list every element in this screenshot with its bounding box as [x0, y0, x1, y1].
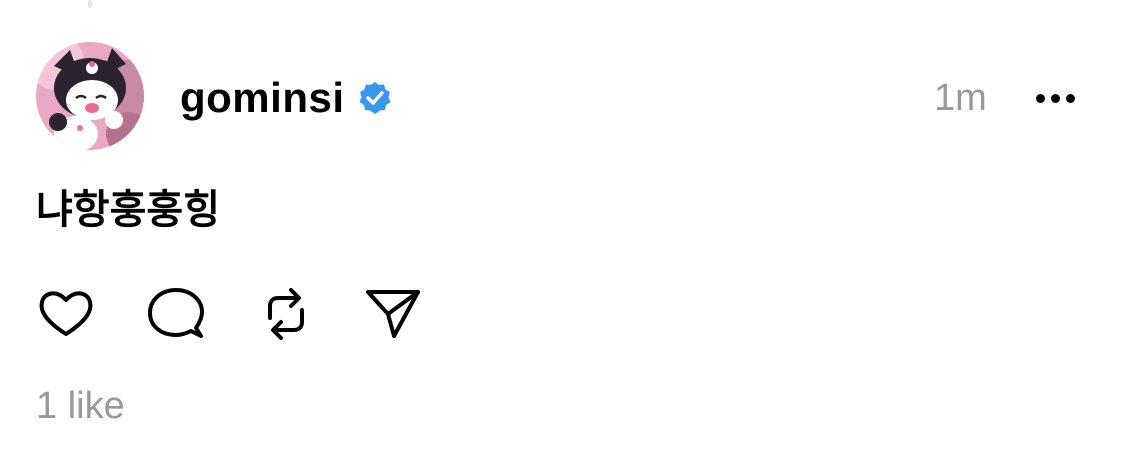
verified-badge-icon	[357, 80, 393, 116]
likes-count[interactable]: 1 like	[36, 384, 125, 428]
repost-button[interactable]	[256, 284, 316, 344]
more-dot	[1065, 93, 1075, 103]
reply-button[interactable]	[146, 284, 206, 344]
share-button[interactable]	[364, 284, 424, 344]
author-info: gominsi	[180, 74, 393, 122]
comment-bubble-icon	[148, 288, 204, 338]
more-horizontal-icon	[1035, 93, 1045, 103]
post-body-text: 냐항훙훙힝	[36, 187, 220, 233]
post-header: gominsi 1m	[36, 42, 1086, 150]
avatar-kuromi-icon	[36, 42, 144, 150]
post-timestamp: 1m	[934, 77, 987, 119]
more-options-button[interactable]	[1030, 86, 1080, 110]
more-dot	[1050, 93, 1060, 103]
send-icon	[366, 290, 420, 338]
heart-icon	[39, 291, 93, 336]
repost-arrows-icon	[268, 288, 304, 340]
username[interactable]: gominsi	[180, 74, 345, 122]
thread-connector-line	[88, 0, 92, 8]
like-button[interactable]	[36, 284, 96, 344]
avatar[interactable]	[36, 42, 144, 150]
